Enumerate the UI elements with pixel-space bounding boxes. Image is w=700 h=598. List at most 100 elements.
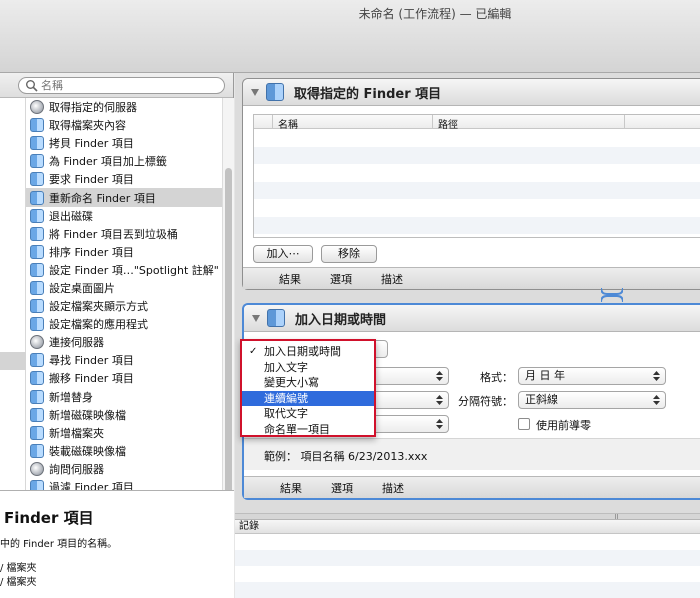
- menu-item-label: 加入文字: [264, 360, 308, 374]
- column-header-path[interactable]: 路徑: [438, 116, 458, 131]
- table-row: [254, 146, 700, 164]
- action-list-scrollbar[interactable]: [222, 98, 234, 498]
- select-arrows-icon: [653, 395, 660, 405]
- finder-icon: [30, 371, 44, 386]
- tab-description[interactable]: 描述: [381, 271, 403, 287]
- list-item[interactable]: 取得檔案夾內容: [26, 116, 222, 134]
- menu-item-label: 連續編號: [264, 391, 308, 405]
- add-button[interactable]: 加入⋯: [253, 245, 313, 263]
- leading-zero-checkbox[interactable]: [518, 418, 530, 430]
- tab-description[interactable]: 描述: [382, 480, 404, 496]
- list-item[interactable]: 設定桌面圖片: [26, 279, 222, 297]
- tab-options[interactable]: 選項: [330, 271, 352, 287]
- list-item[interactable]: 將 Finder 項目丟到垃圾桶: [26, 225, 222, 243]
- list-item-label: 為 Finder 項目加上標籤: [49, 155, 167, 169]
- list-item-label: 連接伺服器: [49, 336, 104, 350]
- list-item-label: 新增磁碟映像檔: [49, 408, 126, 422]
- library-search-bar: [0, 73, 233, 98]
- list-item[interactable]: 退出磁碟: [26, 207, 222, 225]
- menu-item[interactable]: ✓ 加入日期或時間: [242, 344, 374, 360]
- list-item[interactable]: 裝載磁碟映像檔: [26, 442, 222, 460]
- list-item[interactable]: 過濾 Finder 項目: [26, 478, 222, 490]
- block-connector-icon: [601, 288, 623, 302]
- list-item[interactable]: 設定檔案的應用程式: [26, 315, 222, 333]
- search-input[interactable]: [41, 79, 221, 92]
- log-pane: 記錄: [235, 519, 700, 598]
- menu-item-label: 加入日期或時間: [264, 345, 341, 358]
- checkmark-icon: ✓: [249, 346, 258, 357]
- disclosure-triangle-icon[interactable]: [251, 88, 259, 96]
- list-item[interactable]: 連接伺服器: [26, 333, 222, 351]
- menu-item[interactable]: 取代文字: [242, 406, 374, 422]
- finder-icon: [30, 262, 44, 277]
- disclosure-triangle-icon[interactable]: [252, 314, 260, 322]
- list-item[interactable]: 新增檔案夾: [26, 424, 222, 442]
- search-icon: [26, 80, 38, 92]
- separator-value-select[interactable]: 正斜線: [518, 391, 666, 409]
- select-arrows-icon: [436, 371, 443, 381]
- list-item-label: 設定檔案夾顯示方式: [49, 300, 148, 314]
- list-item[interactable]: 排序 Finder 項目: [26, 243, 222, 261]
- list-item[interactable]: 搬移 Finder 項目: [26, 369, 222, 387]
- list-item-label: 拷貝 Finder 項目: [49, 137, 134, 151]
- tab-results[interactable]: 結果: [279, 271, 301, 287]
- finder-icon: [30, 280, 44, 295]
- list-item[interactable]: 重新命名 Finder 項目: [26, 188, 222, 207]
- menu-item[interactable]: 變更大小寫: [242, 375, 374, 391]
- tab-options[interactable]: 選項: [331, 480, 353, 496]
- menu-item-label: 取代文字: [264, 407, 308, 420]
- list-item-label: 設定檔案的應用程式: [49, 318, 148, 332]
- list-item[interactable]: 詢問伺服器: [26, 460, 222, 478]
- log-row: [235, 550, 700, 566]
- column-header-name[interactable]: 名稱: [278, 116, 298, 131]
- leading-zero-label: 使用前導零: [536, 419, 591, 432]
- list-item-label: 退出磁碟: [49, 209, 93, 223]
- list-item[interactable]: 新增替身: [26, 388, 222, 406]
- list-item-label: 新增檔案夾: [49, 426, 104, 440]
- menu-item[interactable]: 命名單一項目: [242, 422, 374, 438]
- workflow-area: 取得指定的 Finder 項目 名稱 路徑 加入⋯ 移除 結果 選項 描述 加入…: [235, 73, 700, 513]
- list-item[interactable]: 新增磁碟映像檔: [26, 406, 222, 424]
- select-arrows-icon: [436, 395, 443, 405]
- select-arrows-icon: [436, 419, 443, 429]
- list-item[interactable]: 取得指定的伺服器: [26, 98, 222, 116]
- items-table[interactable]: 名稱 路徑: [253, 114, 700, 238]
- scrollbar-thumb[interactable]: [225, 168, 232, 498]
- list-item[interactable]: 設定 Finder 項…"Spotlight 註解": [26, 261, 222, 279]
- separator-label: 分隔符號：: [458, 395, 513, 408]
- menu-item[interactable]: 加入文字: [242, 360, 374, 376]
- list-item[interactable]: 為 Finder 項目加上標籤: [26, 152, 222, 170]
- list-item-label: 設定 Finder 項…"Spotlight 註解": [49, 263, 219, 277]
- search-field[interactable]: [18, 77, 225, 94]
- list-item[interactable]: 要求 Finder 項目: [26, 170, 222, 188]
- description-input-1: / 檔案夾: [0, 563, 37, 574]
- list-item[interactable]: 尋找 Finder 項目: [26, 351, 222, 369]
- menu-item[interactable]: 連續編號: [242, 390, 374, 406]
- category-selected-stub: [0, 352, 26, 370]
- list-item-label: 新增替身: [49, 390, 93, 404]
- finder-icon: [30, 226, 44, 241]
- action-mode-menu[interactable]: ✓ 加入日期或時間 加入文字變更大小寫連續編號取代文字命名單一項目: [240, 339, 376, 437]
- category-column[interactable]: [0, 98, 26, 490]
- remove-button[interactable]: 移除: [321, 245, 377, 263]
- list-item[interactable]: 拷貝 Finder 項目: [26, 134, 222, 152]
- menu-item-label: 變更大小寫: [264, 376, 319, 389]
- table-row: [254, 164, 700, 182]
- block-header: 加入日期或時間: [244, 305, 700, 332]
- log-header: 記錄: [235, 520, 700, 534]
- list-item-label: 重新命名 Finder 項目: [49, 191, 156, 205]
- separator-value: 正斜線: [525, 393, 558, 406]
- action-block-get-finder-items[interactable]: 取得指定的 Finder 項目 名稱 路徑 加入⋯ 移除 結果 選項 描述: [242, 78, 700, 290]
- finder-icon: [30, 317, 44, 332]
- log-row: [235, 566, 700, 582]
- list-item-label: 詢問伺服器: [49, 462, 104, 476]
- format-label: 格式：: [480, 371, 513, 384]
- finder-icon: [30, 299, 44, 314]
- list-item[interactable]: 設定檔案夾顯示方式: [26, 297, 222, 315]
- finder-icon: [30, 443, 44, 458]
- finder-icon: [267, 309, 285, 327]
- tab-results[interactable]: 結果: [280, 480, 302, 496]
- description-title: Finder 項目: [4, 509, 94, 527]
- action-list[interactable]: 取得指定的伺服器 取得檔案夾內容拷貝 Finder 項目為 Finder 項目加上…: [26, 98, 222, 490]
- format-select[interactable]: 月 日 年: [518, 367, 666, 385]
